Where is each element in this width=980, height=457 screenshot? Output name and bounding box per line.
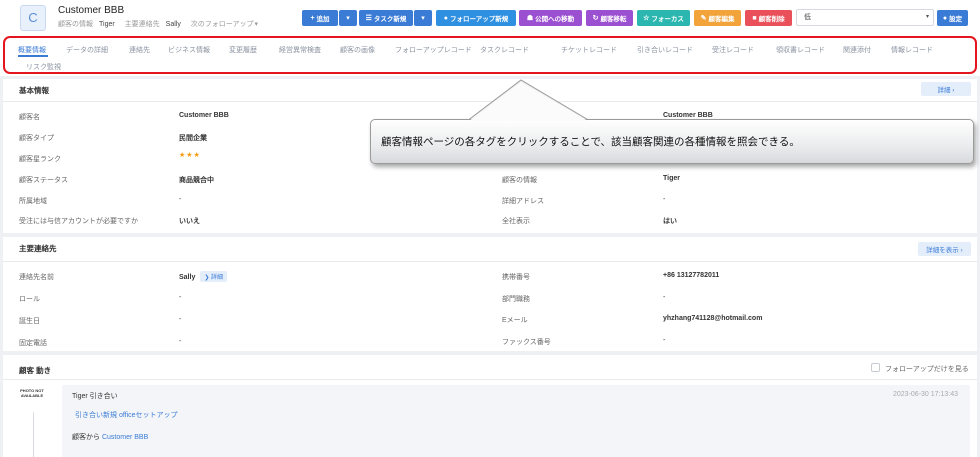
- callout-pointer-join: [469, 82, 588, 121]
